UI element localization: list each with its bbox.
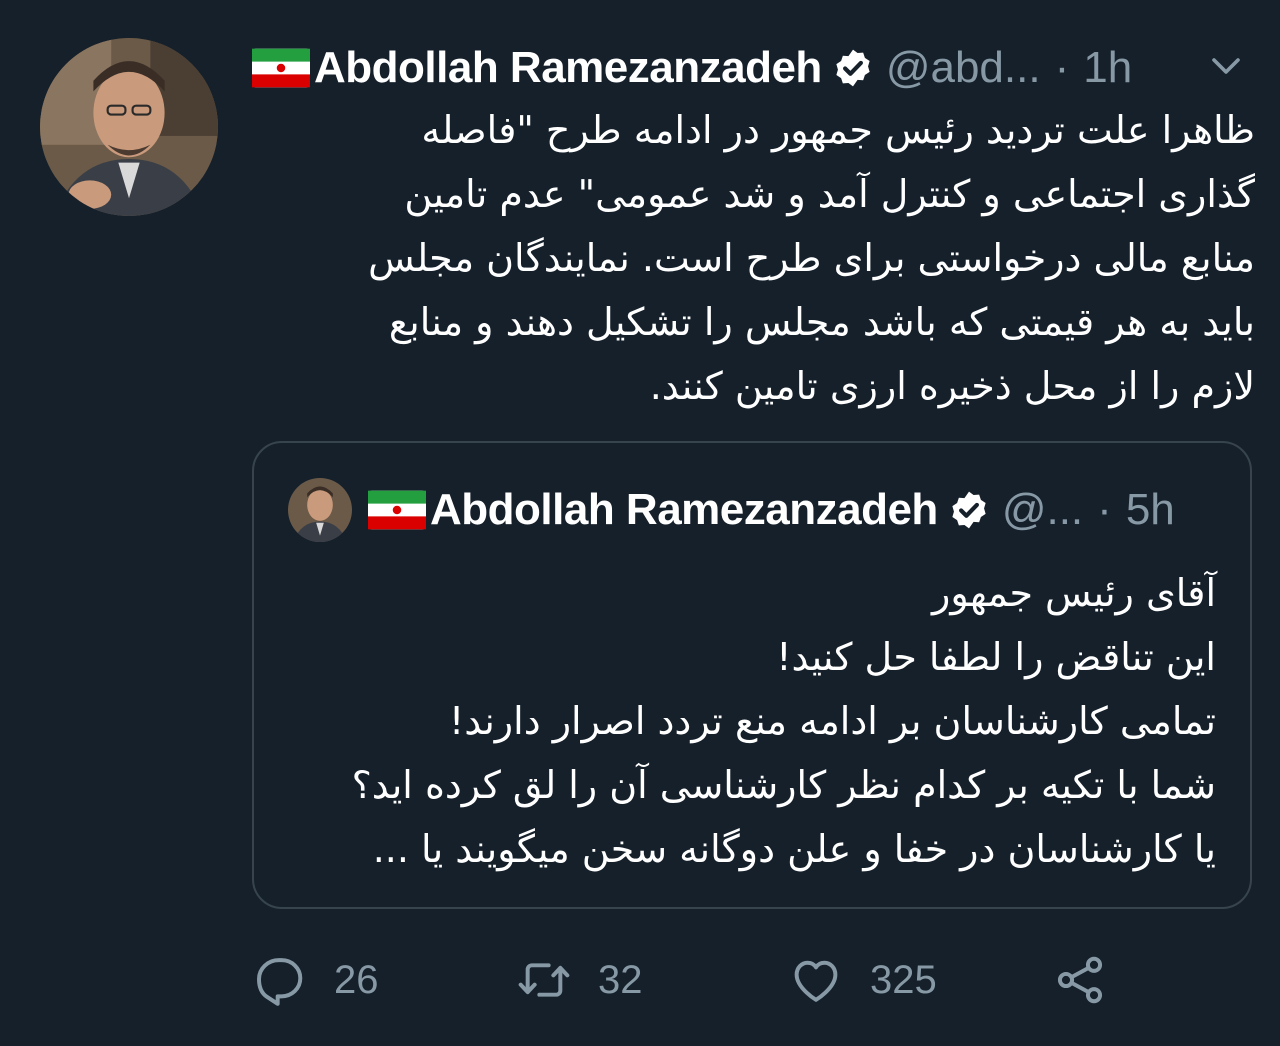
retweet-count: 32 <box>598 957 643 1002</box>
quoted-header-separator: · <box>1097 485 1112 534</box>
verified-badge-icon <box>832 47 874 89</box>
tweet-text-line: منابع مالی درخواستی برای طرح است. نمایند… <box>368 236 1255 280</box>
quoted-author-handle: @... <box>1001 485 1084 534</box>
author-handle[interactable]: @abd... <box>886 43 1041 93</box>
quoted-author-name: Abdollah Ramezanzadeh <box>430 485 938 534</box>
quoted-author-avatar <box>288 478 352 542</box>
like-button[interactable]: 325 <box>788 948 937 1012</box>
retweet-icon <box>518 963 570 997</box>
quoted-text-line: شما با تکیه بر کدام نظر کارشناسی آن را ل… <box>351 763 1216 807</box>
tweet: Abdollah Ramezanzadeh @abd... · 1h ظاهرا… <box>0 0 1280 1046</box>
quoted-text-line: آقای رئیس جمهور <box>932 571 1216 615</box>
quoted-tweet-header: Abdollah Ramezanzadeh @... · 5h <box>288 477 1228 543</box>
tweet-text-line: باید به هر قیمتی که باشد مجلس را تشکیل د… <box>388 300 1255 344</box>
share-icon <box>1057 956 1103 1004</box>
retweet-button[interactable]: 32 <box>516 948 643 1012</box>
tweet-text-line: لازم را از محل ذخیره ارزی تامین کنند. <box>649 364 1255 408</box>
tweet-time[interactable]: 1h <box>1083 43 1132 93</box>
tweet-text-line: ظاهرا علت تردید رئیس جمهور در ادامه طرح … <box>421 108 1255 152</box>
verified-badge-icon <box>948 489 990 531</box>
quoted-tweet-time: 5h <box>1125 485 1175 534</box>
tweet-text-line: گذاری اجتماعی و کنترل آمد و شد عمومی" عد… <box>404 172 1255 216</box>
iran-flag-icon <box>252 48 310 88</box>
like-count: 325 <box>870 957 937 1002</box>
share-button[interactable] <box>1052 948 1108 1012</box>
reply-count: 26 <box>334 957 379 1002</box>
iran-flag-icon <box>368 490 426 530</box>
author-avatar[interactable] <box>40 38 218 216</box>
heart-icon <box>794 960 838 1002</box>
quoted-text-line: این تناقض را لطفا حل کنید! <box>776 635 1216 679</box>
tweet-text: ظاهرا علت تردید رئیس جمهور در ادامه طرح … <box>280 98 1255 418</box>
author-name[interactable]: Abdollah Ramezanzadeh <box>314 43 822 93</box>
quoted-tweet-text: آقای رئیس جمهور این تناقض را لطفا حل کنی… <box>286 561 1216 881</box>
chevron-down-icon[interactable] <box>1208 48 1244 84</box>
tweet-actions: 26 32 325 <box>252 948 1132 1012</box>
reply-icon <box>257 958 303 1006</box>
quoted-text-line: تمامی کارشناسان بر ادامه منع تردد اصرار … <box>449 699 1216 743</box>
reply-button[interactable]: 26 <box>252 948 379 1012</box>
quoted-text-line: یا کارشناسان در خفا و علن دوگانه سخن میگ… <box>372 827 1216 871</box>
quoted-tweet[interactable]: Abdollah Ramezanzadeh @... · 5h آقای رئی… <box>252 441 1252 909</box>
tweet-header: Abdollah Ramezanzadeh @abd... · 1h <box>252 40 1262 96</box>
header-separator: · <box>1054 43 1070 92</box>
